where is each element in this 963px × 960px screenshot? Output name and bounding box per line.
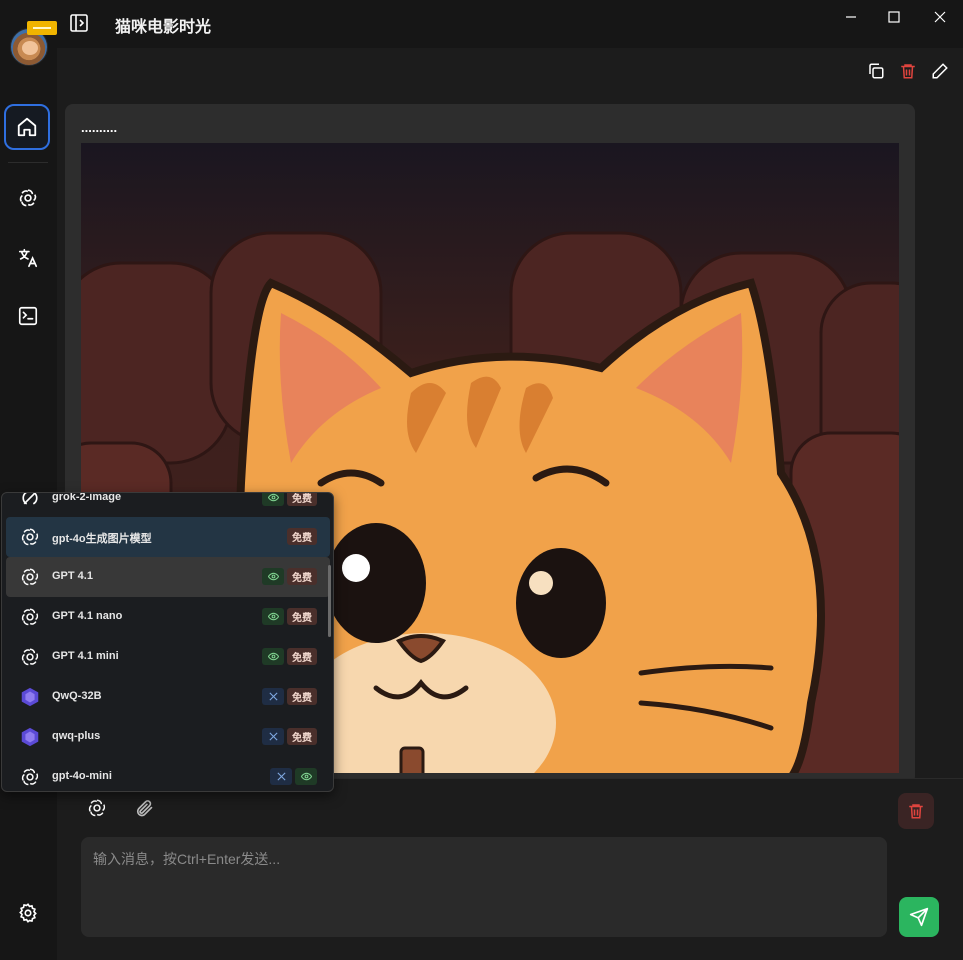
- rail-divider: [8, 162, 48, 163]
- model-dropdown: grok-2-image 免费 gpt-4o生成图片模型 免费 GPT 4.1 免费 GPT…: [1, 492, 334, 792]
- trash-icon: [901, 64, 915, 79]
- qwen-icon: [18, 725, 42, 749]
- model-name: gpt-4o生成图片模型: [52, 533, 152, 545]
- edit-message-button[interactable]: [931, 62, 949, 80]
- vision-capability-icon: [262, 648, 284, 665]
- free-badge: 免费: [287, 688, 317, 705]
- terminal-button[interactable]: [7, 295, 49, 337]
- openai-icon: [19, 189, 37, 207]
- vision-capability-icon: [295, 768, 317, 785]
- model-tags: 免费: [262, 608, 317, 625]
- model-option[interactable]: gpt-4o生成图片模型 免费: [6, 517, 330, 557]
- composer: [57, 778, 963, 960]
- model-option[interactable]: gpt-4o-mini: [6, 757, 330, 791]
- attach-button[interactable]: [133, 797, 155, 819]
- model-option[interactable]: GPT 4.1 mini 免费: [6, 637, 330, 677]
- openai-icon: [88, 799, 106, 817]
- model-tags: 免费: [262, 493, 317, 506]
- sidebar-toggle-icon: [70, 14, 88, 32]
- model-option[interactable]: qwq-plus 免费: [6, 717, 330, 757]
- openai-icon: [18, 765, 42, 789]
- model-tags: 免费: [262, 688, 317, 705]
- free-badge: 免费: [287, 728, 317, 745]
- message-input[interactable]: [81, 837, 887, 937]
- trash-icon: [909, 804, 923, 819]
- models-button[interactable]: [7, 177, 49, 219]
- tool-capability-icon: [262, 728, 284, 745]
- minimize-button[interactable]: [840, 6, 862, 28]
- model-option[interactable]: QwQ-32B 免费: [6, 677, 330, 717]
- maximize-icon: [888, 11, 900, 23]
- paperclip-icon: [136, 800, 153, 817]
- pencil-icon: [932, 63, 948, 79]
- model-tags: 免费: [262, 648, 317, 665]
- model-name: grok-2-image: [52, 492, 122, 503]
- model-tags: 免费: [262, 568, 317, 585]
- close-icon: [934, 11, 946, 23]
- gear-icon: [19, 903, 37, 923]
- openai-icon: [18, 565, 42, 589]
- openai-icon: [18, 605, 42, 629]
- clear-chat-button[interactable]: [898, 793, 934, 829]
- vision-capability-icon: [262, 568, 284, 585]
- vision-capability-icon: [262, 608, 284, 625]
- tool-capability-icon: [262, 688, 284, 705]
- send-icon: [909, 907, 929, 927]
- openai-icon: [18, 645, 42, 669]
- model-name: GPT 4.1 nano: [52, 610, 123, 622]
- copy-icon: [869, 63, 884, 79]
- sidebar-toggle-button[interactable]: [69, 13, 89, 33]
- message-actions: [867, 62, 949, 80]
- dropdown-scrollbar[interactable]: [328, 565, 331, 637]
- send-button[interactable]: [899, 897, 939, 937]
- model-option[interactable]: GPT 4.1 免费: [6, 557, 330, 597]
- copy-button[interactable]: [867, 62, 885, 80]
- model-name: gpt-4o-mini: [52, 770, 112, 782]
- settings-button[interactable]: [7, 892, 49, 934]
- translate-icon: [18, 248, 38, 268]
- model-tags: 免费: [262, 728, 317, 745]
- free-badge: 免费: [287, 608, 317, 625]
- model-name: QwQ-32B: [52, 690, 102, 702]
- model-tags: [270, 768, 317, 785]
- free-badge: 免费: [287, 528, 317, 545]
- model-option[interactable]: GPT 4.1 nano 免费: [6, 597, 330, 637]
- app-title: 猫咪电影时光: [115, 19, 212, 36]
- maximize-button[interactable]: [883, 6, 905, 28]
- avatar-badge: [27, 21, 57, 35]
- free-badge: 免费: [287, 568, 317, 585]
- home-button[interactable]: [4, 104, 50, 150]
- translate-button[interactable]: [7, 237, 49, 279]
- model-name: GPT 4.1 mini: [52, 650, 119, 662]
- qwen-icon: [18, 685, 42, 709]
- terminal-icon: [18, 306, 38, 326]
- model-name: qwq-plus: [52, 730, 101, 742]
- vision-capability-icon: [262, 493, 284, 506]
- model-select-button[interactable]: [86, 797, 108, 819]
- tool-capability-icon: [270, 768, 292, 785]
- close-button[interactable]: [929, 6, 951, 28]
- home-icon: [17, 117, 37, 137]
- grok-icon: [18, 493, 42, 510]
- delete-message-button[interactable]: [899, 62, 917, 80]
- free-badge: 免费: [287, 648, 317, 665]
- model-tags: 免费: [287, 528, 317, 545]
- model-option[interactable]: grok-2-image 免费: [6, 492, 330, 518]
- title-bar: 猫咪电影时光: [57, 0, 963, 48]
- message-text: ..........: [81, 120, 118, 135]
- model-name: GPT 4.1: [52, 570, 93, 582]
- left-rail: [0, 0, 57, 960]
- free-badge: 免费: [287, 493, 317, 506]
- minimize-icon: [846, 16, 856, 18]
- openai-icon: [18, 525, 42, 549]
